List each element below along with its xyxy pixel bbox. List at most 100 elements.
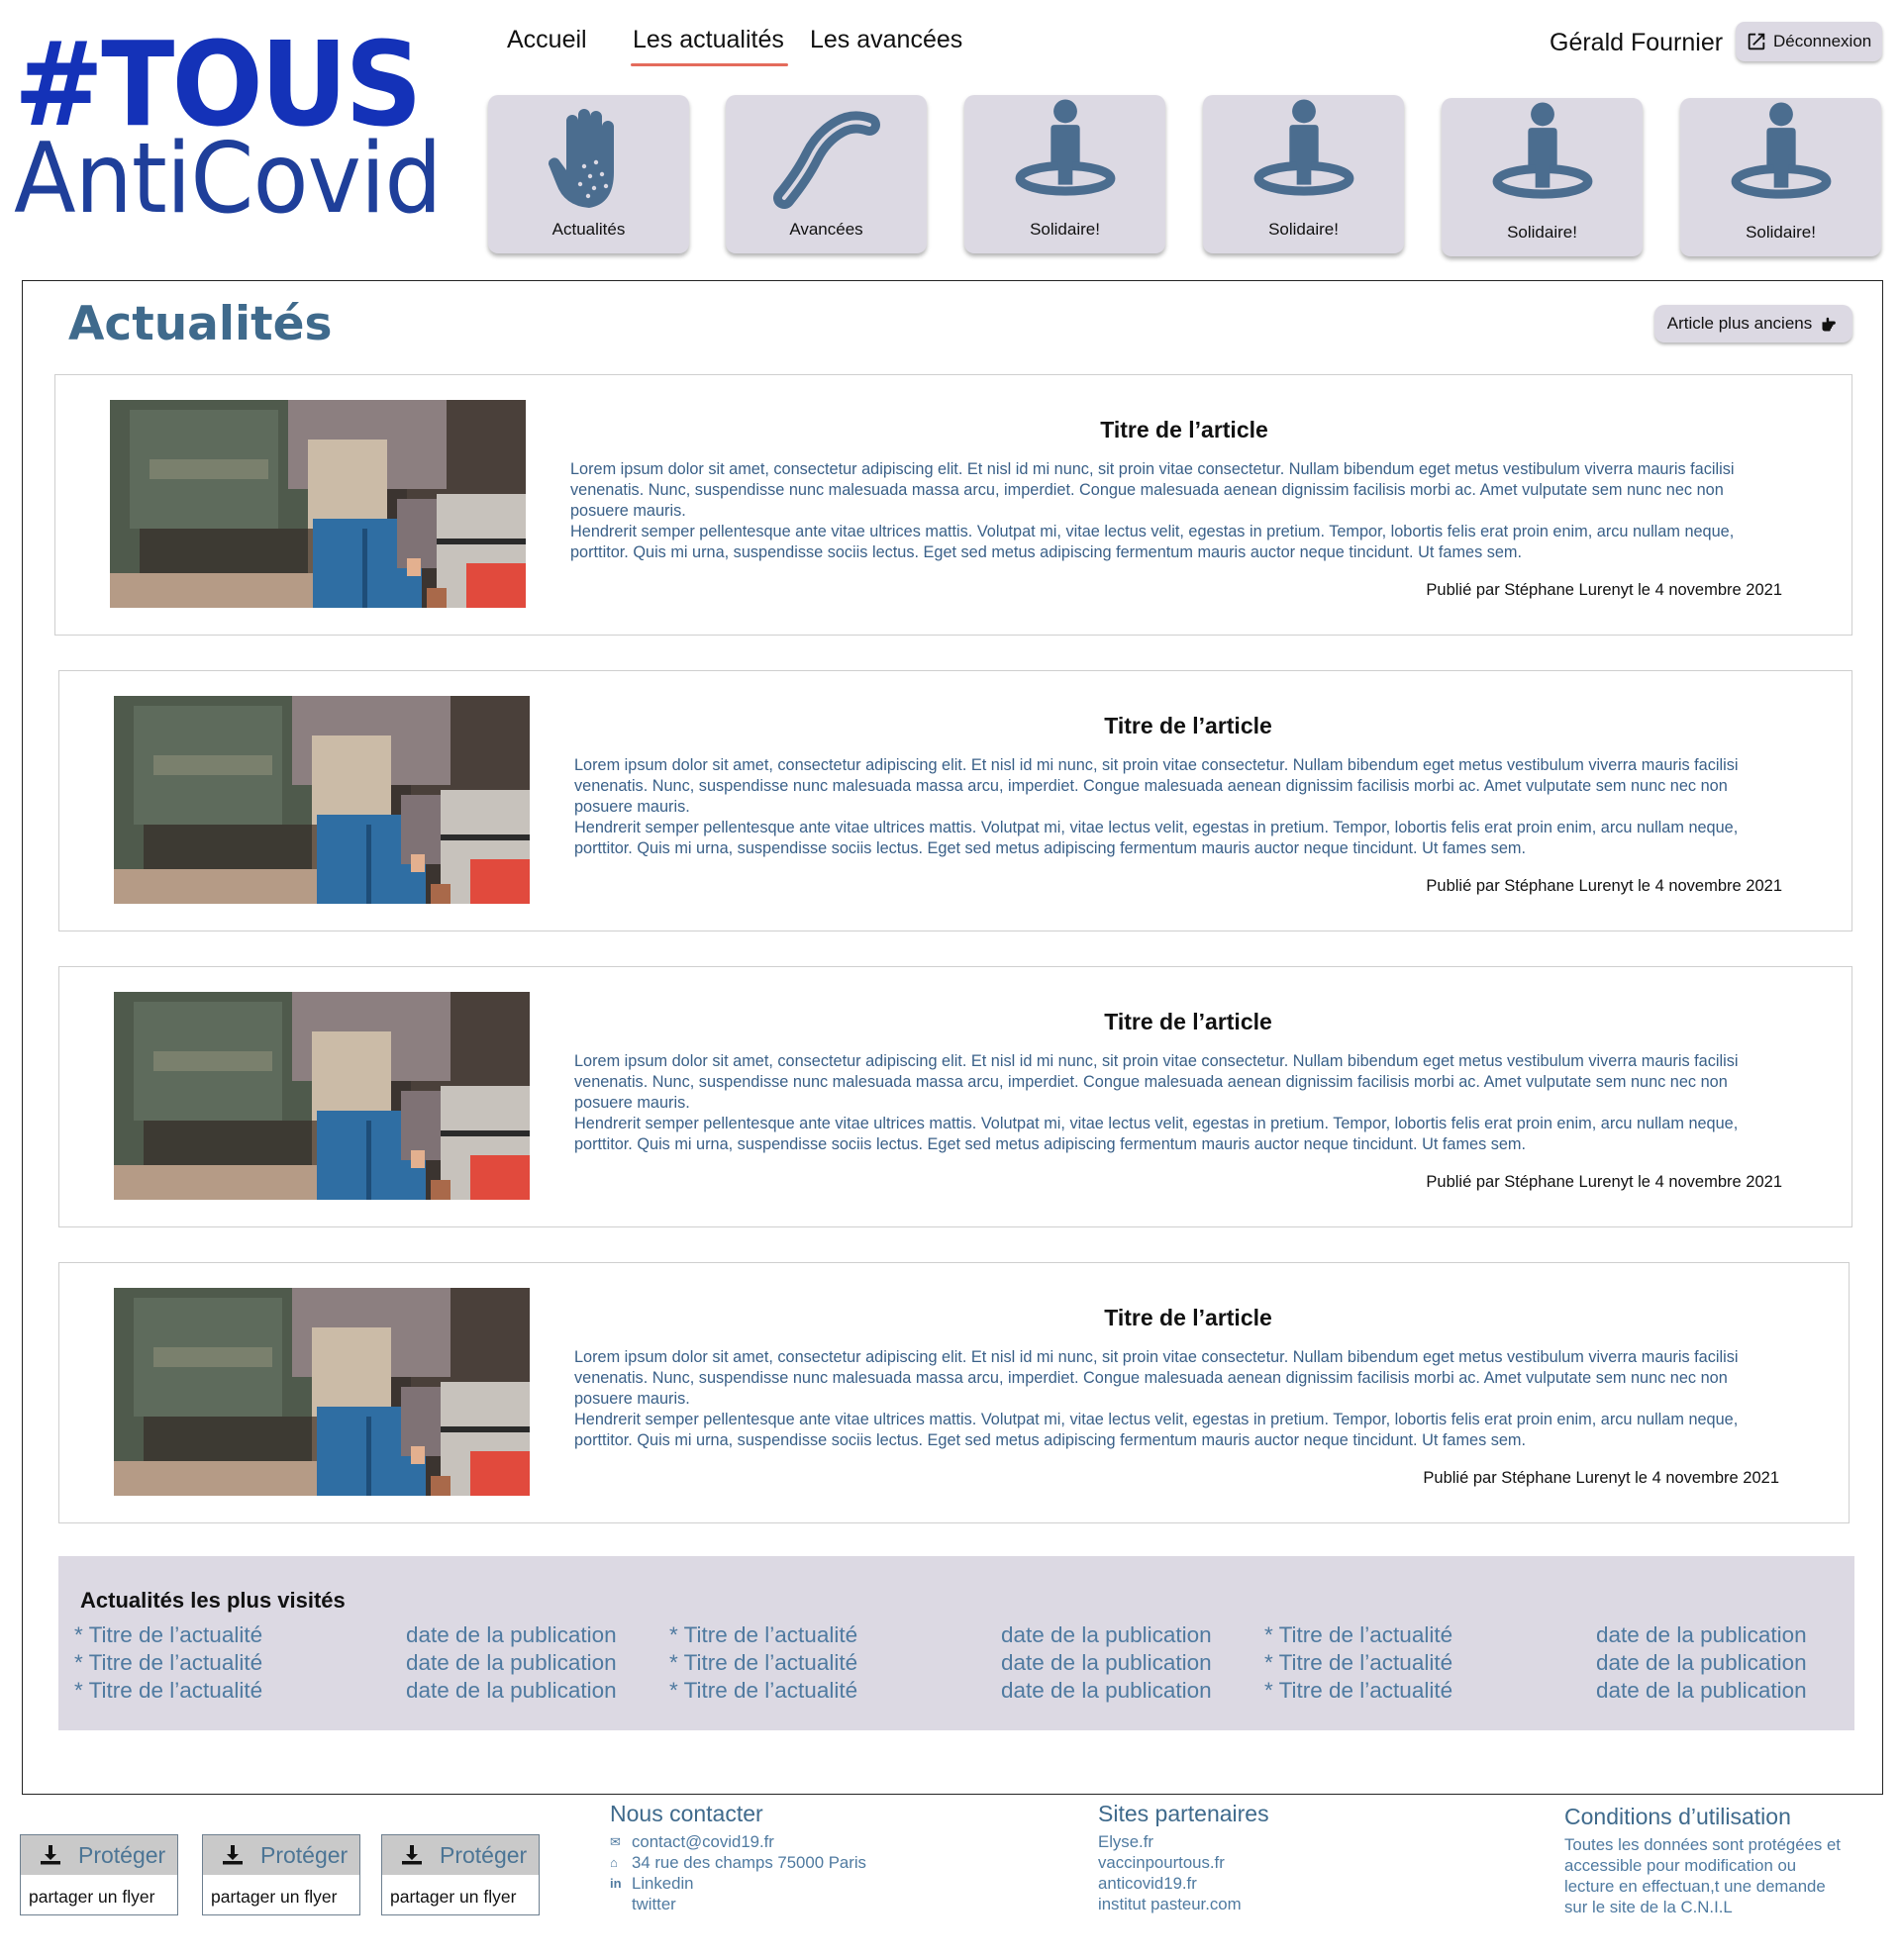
article-paragraph-2: Hendrerit semper pellentesque ante vitae… (574, 1115, 1739, 1153)
flyer-title: Protéger (78, 1841, 166, 1868)
publication-date: date de la publication (1596, 1678, 1807, 1703)
download-icon (221, 1843, 245, 1867)
article-meta: Publié par Stéphane Lurenyt le 4 novembr… (1426, 877, 1782, 895)
hand-icon (548, 109, 614, 208)
popular-news-link[interactable]: * Titre de l’actualité (669, 1649, 857, 1677)
flyer-header: Protéger (382, 1835, 539, 1875)
article-image (114, 992, 530, 1200)
article-card[interactable]: Titre de l’article Lorem ipsum dolor sit… (58, 966, 1852, 1227)
popular-news-title: Actualités les plus visités (80, 1588, 346, 1613)
flyer-subtitle: partager un flyer (211, 1887, 338, 1907)
terms-text-line: Toutes les données sont protégées et (1564, 1835, 1841, 1854)
tile-label: Solidaire! (1746, 223, 1816, 242)
address-text: 34 rue des champs 75000 Paris (632, 1853, 866, 1872)
nav-news-link-active[interactable]: Les actualités (631, 26, 788, 66)
nav-home-link[interactable]: Accueil (507, 26, 587, 54)
article-paragraph-2: Hendrerit semper pellentesque ante vitae… (574, 819, 1739, 857)
popular-titles-col-3: * Titre de l’actualité * Titre de l’actu… (1264, 1621, 1452, 1705)
flyer-header: Protéger (203, 1835, 359, 1875)
popular-news-link[interactable]: * Titre de l’actualité (669, 1677, 857, 1705)
terms-text-line: lecture en effectuan,t une demande (1564, 1877, 1826, 1896)
popular-dates-col-3: date de la publication date de la public… (1596, 1621, 1807, 1705)
publication-date: date de la publication (1001, 1622, 1212, 1647)
nav-progress-link[interactable]: Les avancées (810, 26, 962, 54)
popular-news-link[interactable]: * Titre de l’actualité (1264, 1621, 1452, 1649)
article-paragraph-1: Lorem ipsum dolor sit amet, consectetur … (574, 756, 1739, 816)
terms-text-line: accessible pour modification ou (1564, 1856, 1797, 1875)
flyer-download-card[interactable]: Protéger partager un flyer (202, 1834, 360, 1915)
tile-label: Solidaire! (1268, 220, 1339, 239)
popular-dates-col-1: date de la publication date de la public… (406, 1621, 617, 1705)
popular-news: Actualités les plus visités * Titre de l… (58, 1556, 1854, 1730)
logout-button[interactable]: Déconnexion (1736, 22, 1882, 61)
popular-news-link[interactable]: * Titre de l’actualité (669, 1621, 857, 1649)
tile-label: Solidaire! (1030, 220, 1100, 239)
article-image (114, 696, 530, 904)
article-meta: Publié par Stéphane Lurenyt le 4 novembr… (1426, 581, 1782, 599)
footer-terms: Conditions d’utilisation Toutes les donn… (1564, 1804, 1841, 1917)
popular-news-link[interactable]: * Titre de l’actualité (74, 1649, 262, 1677)
popular-titles-col-1: * Titre de l’actualité * Titre de l’actu… (74, 1621, 262, 1705)
popular-news-link[interactable]: * Titre de l’actualité (1264, 1649, 1452, 1677)
flyer-title: Protéger (260, 1841, 349, 1868)
article-paragraph-1: Lorem ipsum dolor sit amet, consectetur … (574, 1348, 1739, 1408)
tile-solidaire-2[interactable]: Solidaire! (1203, 95, 1404, 253)
tile-label: Avancées (789, 220, 863, 239)
linkedin-link[interactable]: Linkedin (632, 1873, 694, 1894)
partner-link[interactable]: vaccinpourtous.fr (1098, 1852, 1225, 1873)
article-card[interactable]: Titre de l’article Lorem ipsum dolor sit… (58, 670, 1852, 931)
tile-actualites[interactable]: Actualités (488, 95, 689, 253)
article-excerpt: Lorem ipsum dolor sit amet, consectetur … (570, 459, 1778, 563)
article-meta: Publié par Stéphane Lurenyt le 4 novembr… (1426, 1173, 1782, 1191)
flyer-header: Protéger (21, 1835, 177, 1875)
person-pin-icon (1488, 98, 1597, 205)
older-articles-button[interactable]: Article plus anciens (1654, 305, 1852, 343)
partner-link[interactable]: anticovid19.fr (1098, 1873, 1197, 1894)
tile-avancees[interactable]: Avancées (726, 95, 927, 253)
article-meta: Publié par Stéphane Lurenyt le 4 novembr… (1423, 1469, 1779, 1487)
person-pin-icon (1250, 95, 1358, 202)
footer-address: ⌂ 34 rue des champs 75000 Paris (610, 1852, 866, 1873)
pointing-hand-icon (1822, 317, 1837, 332)
twitter-link[interactable]: twitter (632, 1894, 676, 1914)
person-pin-icon (1727, 98, 1836, 205)
footer-terms-title: Conditions d’utilisation (1564, 1804, 1791, 1829)
flyer-subtitle: partager un flyer (29, 1887, 155, 1907)
article-card[interactable]: Titre de l’article Lorem ipsum dolor sit… (54, 374, 1852, 636)
publication-date: date de la publication (1596, 1622, 1807, 1647)
external-link-icon (1748, 33, 1765, 50)
email-link[interactable]: contact@covid19.fr (632, 1831, 774, 1852)
logout-label: Déconnexion (1773, 32, 1872, 50)
tile-solidaire-3[interactable]: Solidaire! (1442, 98, 1643, 256)
flyer-download-card[interactable]: Protéger partager un flyer (381, 1834, 540, 1915)
bandage-icon (772, 111, 880, 209)
article-title: Titre de l’article (1100, 417, 1268, 442)
article-paragraph-1: Lorem ipsum dolor sit amet, consectetur … (574, 1052, 1739, 1112)
article-card[interactable]: Titre de l’article Lorem ipsum dolor sit… (58, 1262, 1850, 1523)
tile-label: Actualités (551, 220, 626, 239)
article-paragraph-1: Lorem ipsum dolor sit amet, consectetur … (570, 460, 1735, 520)
publication-date: date de la publication (406, 1678, 617, 1703)
flyer-title: Protéger (440, 1841, 528, 1868)
article-title: Titre de l’article (1104, 1305, 1272, 1330)
publication-date: date de la publication (406, 1650, 617, 1675)
article-paragraph-2: Hendrerit semper pellentesque ante vitae… (570, 523, 1735, 561)
popular-news-link[interactable]: * Titre de l’actualité (74, 1677, 262, 1705)
article-image (114, 1288, 530, 1496)
popular-news-link[interactable]: * Titre de l’actualité (74, 1621, 262, 1649)
popular-news-link[interactable]: * Titre de l’actualité (1264, 1677, 1452, 1705)
publication-date: date de la publication (1596, 1650, 1807, 1675)
footer-linkedin: in Linkedin (610, 1873, 866, 1894)
article-title: Titre de l’article (1104, 1009, 1272, 1034)
partner-link[interactable]: Elyse.fr (1098, 1831, 1153, 1852)
tile-solidaire-1[interactable]: Solidaire! (964, 95, 1165, 253)
user-name: Gérald Fournier (1550, 29, 1724, 56)
partner-link[interactable]: institut pasteur.com (1098, 1894, 1242, 1914)
news-section: Actualités Article plus anciens Titre de… (22, 280, 1883, 1795)
site-logo[interactable]: #TOUS AntiCovid (14, 26, 471, 228)
article-paragraph-2: Hendrerit semper pellentesque ante vitae… (574, 1411, 1739, 1449)
flyer-download-card[interactable]: Protéger partager un flyer (20, 1834, 178, 1915)
article-excerpt: Lorem ipsum dolor sit amet, consectetur … (574, 1051, 1782, 1155)
flyer-subtitle: partager un flyer (390, 1887, 517, 1907)
tile-solidaire-4[interactable]: Solidaire! (1680, 98, 1881, 256)
